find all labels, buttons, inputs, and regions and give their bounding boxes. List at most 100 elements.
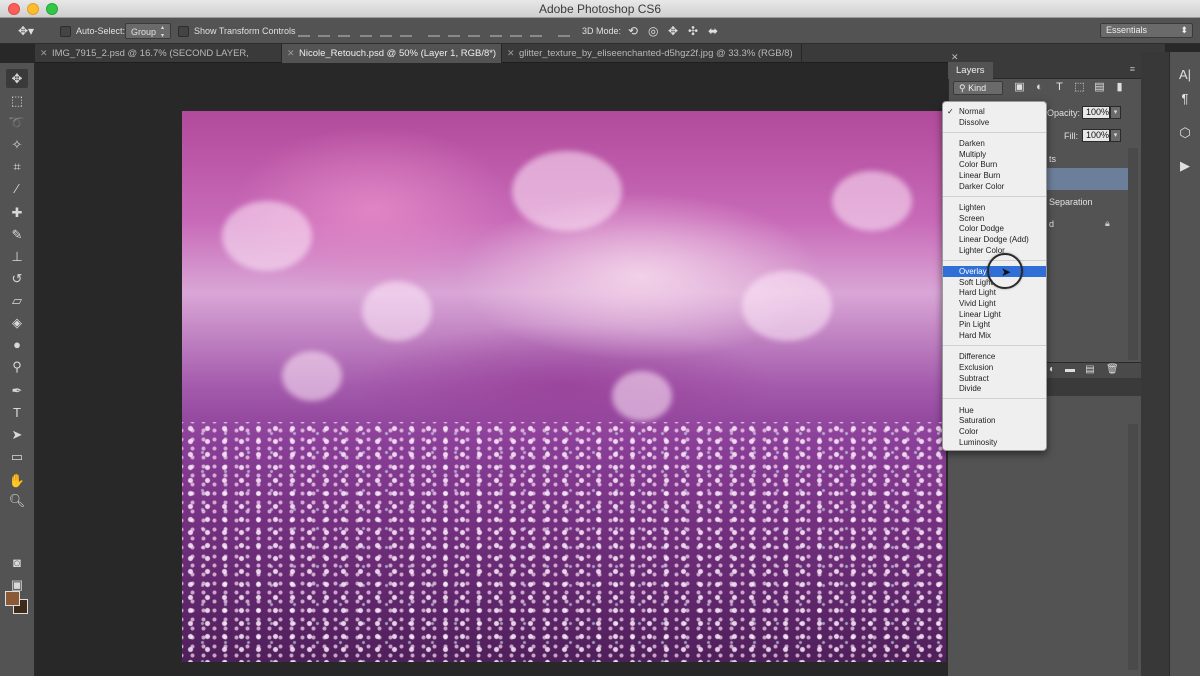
adjustment-layer-icon[interactable]: ◐: [1046, 364, 1058, 376]
distribute-left-icon[interactable]: [490, 25, 502, 37]
new-layer-icon[interactable]: ▤: [1084, 364, 1096, 376]
3d-rotate-icon[interactable]: ⟲: [628, 23, 638, 39]
blend-mode-option[interactable]: Darken: [943, 138, 1046, 149]
align-right-icon[interactable]: [400, 25, 412, 37]
paint-bucket-tool-icon[interactable]: ◈: [6, 313, 28, 332]
kind-filter-dropdown[interactable]: ⚲ Kind: [953, 81, 1003, 95]
brush-tool-icon[interactable]: ✎: [6, 225, 28, 244]
blend-mode-option[interactable]: Pin Light: [943, 319, 1046, 330]
blend-mode-option[interactable]: Divide: [943, 383, 1046, 394]
actions-play-icon[interactable]: ▶: [1176, 157, 1194, 175]
filter-pixel-icon[interactable]: ▣: [1013, 81, 1026, 94]
close-tab-icon[interactable]: ✕: [40, 44, 48, 63]
filter-toggle-icon[interactable]: ▮: [1113, 81, 1126, 94]
filter-type-icon[interactable]: T: [1053, 81, 1066, 94]
hand-tool-icon[interactable]: ✋: [6, 471, 28, 490]
crop-tool-icon[interactable]: ⌗: [6, 157, 28, 176]
blend-mode-option[interactable]: Luminosity: [943, 437, 1046, 448]
blend-mode-option[interactable]: Screen: [943, 213, 1046, 224]
show-transform-checkbox[interactable]: Show Transform Controls: [178, 23, 296, 39]
filter-shape-icon[interactable]: ⬚: [1073, 81, 1086, 94]
blend-mode-option[interactable]: Subtract: [943, 373, 1046, 384]
delete-layer-icon[interactable]: 🗑︎: [1106, 364, 1119, 376]
lasso-tool-icon[interactable]: ➰: [6, 113, 28, 132]
3d-slide-icon[interactable]: ✣: [688, 23, 698, 39]
blend-mode-option[interactable]: Hard Light: [943, 287, 1046, 298]
auto-align-icon[interactable]: [558, 25, 570, 37]
close-tab-icon[interactable]: ✕: [507, 44, 515, 63]
paragraph-panel-icon[interactable]: ¶: [1176, 90, 1194, 108]
opacity-arrow-icon[interactable]: ▾: [1110, 106, 1121, 119]
filter-adjustment-icon[interactable]: ◐: [1033, 81, 1046, 94]
dodge-tool-icon[interactable]: ⚲: [6, 357, 28, 376]
blend-mode-option[interactable]: Saturation: [943, 415, 1046, 426]
3d-scale-icon[interactable]: ⬌: [708, 23, 718, 39]
eyedropper-tool-icon[interactable]: ⁄: [6, 179, 28, 198]
zoom-tool-icon[interactable]: 🔍︎: [6, 491, 28, 510]
layer-row[interactable]: Separation: [1046, 191, 1128, 213]
path-selection-tool-icon[interactable]: ➤: [6, 425, 28, 444]
character-panel-icon[interactable]: A|: [1176, 66, 1194, 84]
auto-select-checkbox[interactable]: Auto-Select:: [60, 23, 125, 39]
move-tool-icon[interactable]: ✥: [6, 69, 28, 88]
distribute-bottom-icon[interactable]: [468, 25, 480, 37]
glitter-document-image[interactable]: [182, 111, 946, 662]
layer-row[interactable]: ts: [1046, 148, 1128, 170]
move-tool-icon[interactable]: ✥▾: [18, 23, 34, 39]
blend-mode-option[interactable]: Linear Dodge (Add): [943, 234, 1046, 245]
blend-mode-option[interactable]: Darker Color: [943, 181, 1046, 192]
filter-smart-object-icon[interactable]: ▤: [1093, 81, 1106, 94]
blend-mode-option[interactable]: Hard Mix: [943, 330, 1046, 341]
3d-roll-icon[interactable]: ◎: [648, 23, 658, 39]
workspace-dropdown[interactable]: Essentials: [1100, 23, 1193, 38]
fill-field[interactable]: 100%: [1082, 129, 1110, 142]
distribute-top-icon[interactable]: [428, 25, 440, 37]
blend-mode-option[interactable]: Exclusion: [943, 362, 1046, 373]
marquee-tool-icon[interactable]: ⬚: [6, 91, 28, 110]
blend-mode-option[interactable]: Linear Burn: [943, 170, 1046, 181]
rectangle-tool-icon[interactable]: ▭: [6, 447, 28, 466]
new-group-icon[interactable]: ▬: [1064, 364, 1076, 376]
history-brush-tool-icon[interactable]: ↺: [6, 269, 28, 288]
blend-mode-option[interactable]: Linear Light: [943, 309, 1046, 320]
blur-tool-icon[interactable]: ●: [6, 335, 28, 354]
distribute-hcenter-icon[interactable]: [510, 25, 522, 37]
healing-brush-tool-icon[interactable]: ✚: [6, 203, 28, 222]
align-top-icon[interactable]: [298, 25, 310, 37]
layers-scrollbar[interactable]: [1128, 148, 1138, 360]
close-tab-icon[interactable]: ✕: [287, 44, 295, 63]
foreground-color-swatch[interactable]: [5, 591, 20, 606]
blend-mode-option[interactable]: Dissolve: [943, 117, 1046, 128]
blend-mode-option[interactable]: Lighter Color: [943, 245, 1046, 256]
fill-arrow-icon[interactable]: ▾: [1110, 129, 1121, 142]
document-tab[interactable]: ✕IMG_7915_2.psd @ 16.7% (SECOND LAYER, R…: [35, 44, 282, 78]
secondary-panel-scrollbar[interactable]: [1128, 424, 1138, 670]
quick-mask-icon[interactable]: ◙: [6, 553, 28, 572]
blend-mode-option[interactable]: Lighten: [943, 202, 1046, 213]
tab-layers[interactable]: Layers: [948, 62, 993, 79]
type-tool-icon[interactable]: T: [6, 403, 28, 422]
blend-mode-option[interactable]: Hue: [943, 405, 1046, 416]
blend-mode-option[interactable]: Multiply: [943, 149, 1046, 160]
document-tab-active[interactable]: ✕ Nicole_Retouch.psd @ 50% (Layer 1, RGB/…: [282, 44, 502, 78]
align-bottom-icon[interactable]: [338, 25, 350, 37]
opacity-field[interactable]: 100%: [1082, 106, 1110, 119]
blend-mode-option[interactable]: Color Burn: [943, 159, 1046, 170]
align-vcenter-icon[interactable]: [318, 25, 330, 37]
3d-panel-icon[interactable]: ⬡: [1176, 124, 1194, 142]
blend-mode-option[interactable]: Vivid Light: [943, 298, 1046, 309]
align-left-icon[interactable]: [360, 25, 372, 37]
eraser-tool-icon[interactable]: ▱: [6, 291, 28, 310]
blend-mode-option[interactable]: Difference: [943, 351, 1046, 362]
magic-wand-tool-icon[interactable]: ✧: [6, 135, 28, 154]
clone-stamp-tool-icon[interactable]: ⊥: [6, 247, 28, 266]
align-hcenter-icon[interactable]: [380, 25, 392, 37]
auto-select-dropdown[interactable]: Group: [125, 23, 172, 40]
layer-row-selected[interactable]: [1046, 168, 1128, 190]
document-tab[interactable]: ✕ glitter_texture_by_eliseenchanted-d5hgz…: [502, 44, 802, 63]
layer-row[interactable]: d: [1046, 213, 1128, 235]
pen-tool-icon[interactable]: ✒: [6, 381, 28, 400]
distribute-right-icon[interactable]: [530, 25, 542, 37]
blend-mode-option[interactable]: Color: [943, 426, 1046, 437]
blend-mode-option[interactable]: Normal ✓: [943, 106, 1046, 117]
